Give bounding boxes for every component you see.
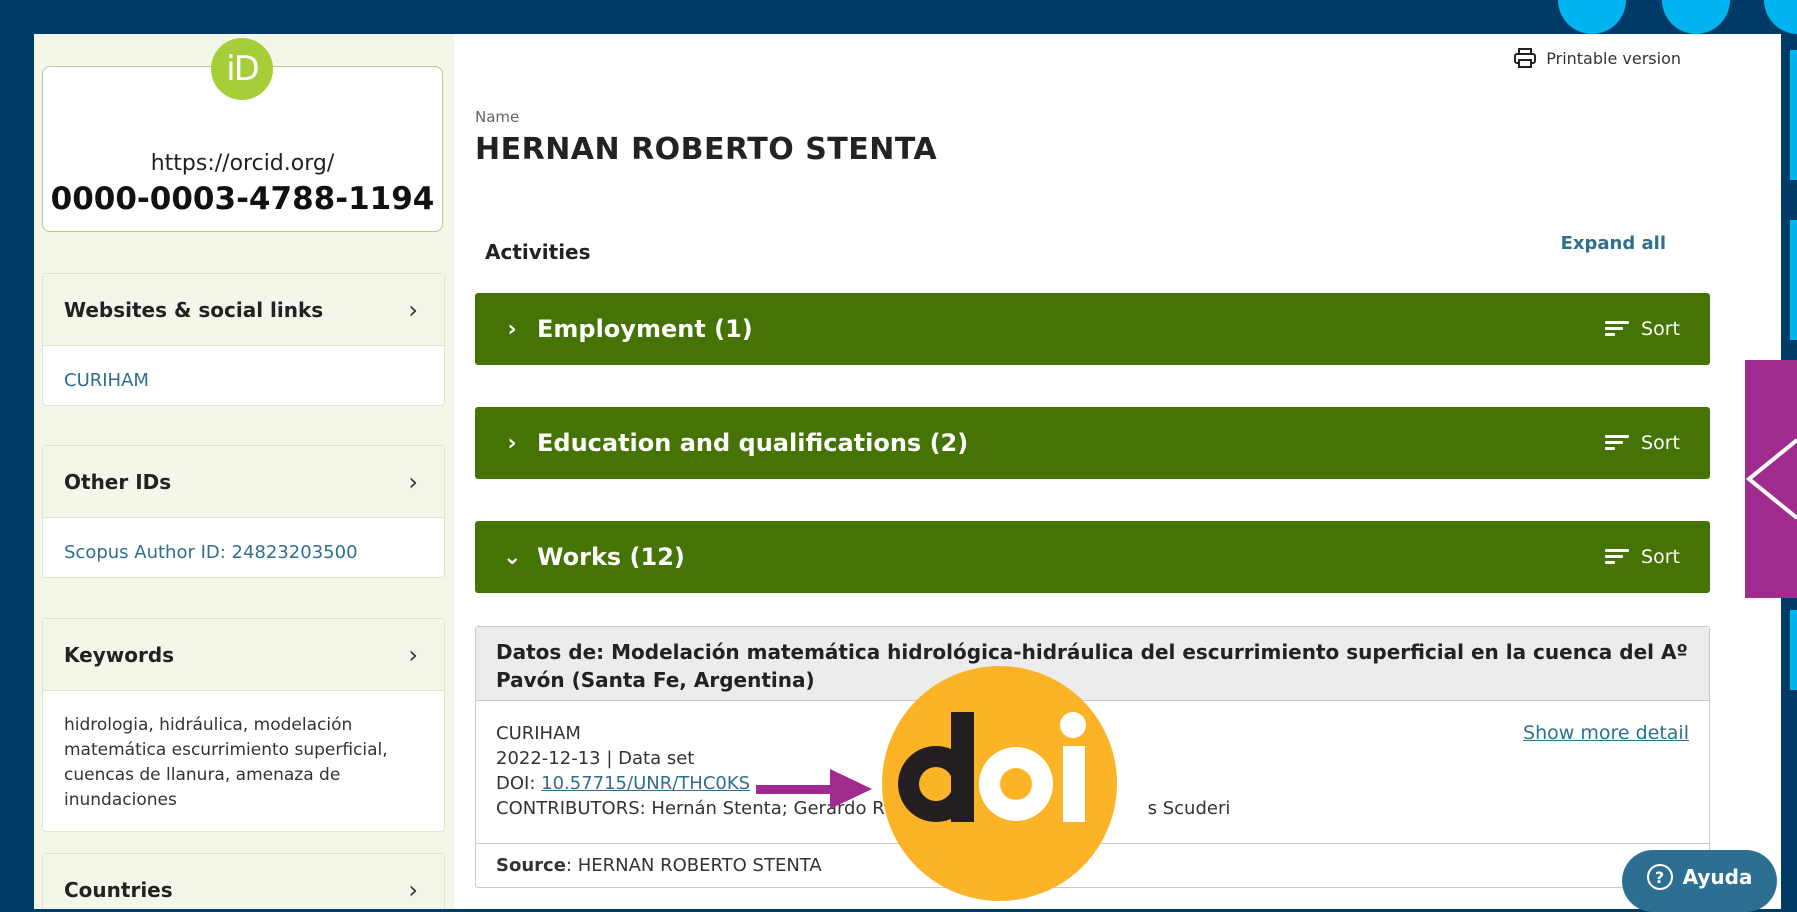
countries-panel-header[interactable]: Countries › — [43, 854, 444, 909]
sort-button[interactable]: Sort — [1605, 546, 1680, 568]
sidebar: https://orcid.org/ 0000-0003-4788-1194 i… — [34, 34, 454, 909]
panel-title: Keywords — [64, 642, 175, 667]
expand-all-button[interactable]: Expand all — [1561, 233, 1666, 254]
contributors-end: s Scuderi — [1147, 798, 1231, 819]
keywords-panel: Keywords › hidrologia, hidráulica, model… — [42, 618, 445, 832]
sort-button[interactable]: Sort — [1605, 318, 1680, 340]
chevron-right-icon: › — [408, 640, 418, 669]
chevron-right-icon: › — [408, 295, 418, 324]
printer-icon — [1514, 48, 1537, 68]
printable-version-link[interactable]: Printable version — [1514, 48, 1681, 68]
help-icon: ? — [1646, 864, 1673, 890]
keywords-text: hidrologia, hidráulica, modelación matem… — [64, 715, 388, 810]
decorative-strip — [1790, 610, 1797, 690]
other-ids-panel-header[interactable]: Other IDs › — [43, 446, 444, 518]
chevron-right-icon: › — [507, 430, 517, 456]
other-ids-panel: Other IDs › Scopus Author ID: 2482320350… — [42, 445, 445, 578]
chevron-right-icon: › — [408, 467, 418, 496]
researcher-name: HERNAN ROBERTO STENTA — [475, 132, 938, 167]
activities-heading: Activities — [485, 240, 591, 264]
orcid-url: https://orcid.org/ — [150, 151, 335, 176]
website-link[interactable]: CURIHAM — [43, 346, 444, 415]
decorative-circle — [1558, 0, 1626, 34]
sort-icon — [1605, 320, 1630, 338]
doi-link[interactable]: 10.57715/UNR/THC0KS — [541, 773, 750, 794]
chevron-right-icon: › — [408, 875, 418, 904]
help-button[interactable]: ? Ayuda — [1622, 850, 1777, 912]
works-section[interactable]: ⌄ Works (12) Sort — [475, 521, 1710, 593]
panel-title: Other IDs — [64, 469, 172, 494]
source-label: Source — [496, 855, 566, 876]
employment-section[interactable]: › Employment (1) Sort — [475, 293, 1710, 365]
side-tab[interactable] — [1745, 360, 1797, 598]
decorative-strip — [1790, 220, 1797, 340]
sort-label: Sort — [1641, 318, 1680, 340]
websites-panel: Websites & social links › CURIHAM — [42, 273, 445, 406]
name-label: Name — [475, 108, 520, 126]
printable-version-label: Printable version — [1546, 48, 1681, 68]
panel-title: Countries — [64, 877, 173, 902]
websites-panel-header[interactable]: Websites & social links › — [43, 274, 444, 346]
doi-logo-icon — [882, 666, 1117, 901]
chevron-left-icon — [1745, 438, 1797, 520]
section-title: Education and qualifications (2) — [537, 429, 969, 457]
sort-label: Sort — [1641, 546, 1680, 568]
sort-button[interactable]: Sort — [1605, 432, 1680, 454]
show-more-detail-link[interactable]: Show more detail — [1523, 721, 1689, 746]
help-label: Ayuda — [1682, 865, 1753, 889]
section-title: Works (12) — [537, 543, 685, 571]
decorative-circle — [1662, 0, 1730, 34]
chevron-down-icon: ⌄ — [503, 544, 522, 570]
decorative-circle — [1764, 0, 1797, 34]
source-value: : HERNAN ROBERTO STENTA — [565, 855, 822, 876]
keywords-panel-header[interactable]: Keywords › — [43, 619, 444, 691]
arrow-icon — [756, 769, 872, 809]
sort-icon — [1605, 434, 1630, 452]
orcid-logo-icon: iD — [211, 38, 273, 100]
scopus-id-link[interactable]: Scopus Author ID: 24823203500 — [43, 518, 444, 587]
sort-icon — [1605, 548, 1630, 566]
education-section[interactable]: › Education and qualifications (2) Sort — [475, 407, 1710, 479]
section-title: Employment (1) — [537, 315, 753, 343]
decorative-strip — [1790, 50, 1797, 180]
orcid-id: 0000-0003-4788-1194 — [50, 181, 435, 217]
sort-label: Sort — [1641, 432, 1680, 454]
doi-prefix: DOI: — [496, 773, 542, 794]
countries-panel: Countries › — [42, 853, 445, 909]
panel-title: Websites & social links — [64, 297, 324, 322]
chevron-right-icon: › — [507, 316, 517, 342]
